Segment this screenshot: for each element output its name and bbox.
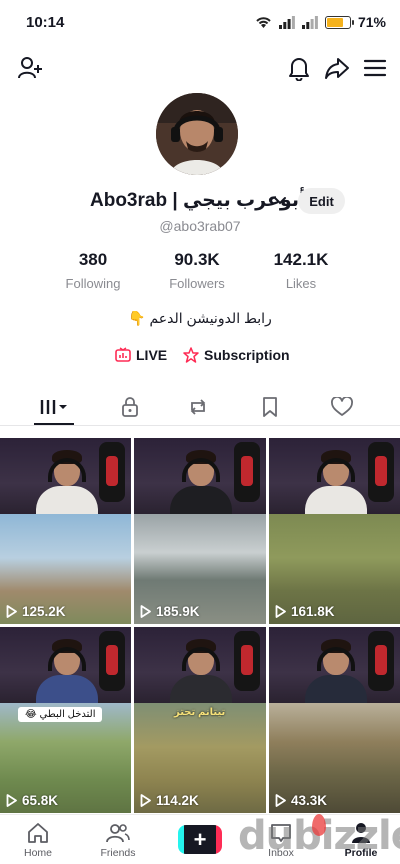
play-icon xyxy=(6,605,17,618)
video-thumbnail[interactable]: 125.2K xyxy=(0,438,131,624)
view-count: 43.3K xyxy=(291,793,328,808)
stat-value: 142.1K xyxy=(273,250,329,269)
view-count: 125.2K xyxy=(22,604,66,619)
view-count: 161.8K xyxy=(291,604,335,619)
chevron-down-icon[interactable] xyxy=(272,192,288,208)
play-count: 161.8K xyxy=(275,604,335,619)
video-thumbnail[interactable]: 185.9K xyxy=(134,438,266,624)
nav-friends[interactable]: Friends xyxy=(83,821,153,859)
tab-reposts[interactable] xyxy=(178,390,218,424)
profile-tabs xyxy=(0,390,400,426)
stat-label: Followers xyxy=(169,276,225,291)
add-user-icon[interactable] xyxy=(16,54,44,82)
video-caption: التدخل البطي 😂 xyxy=(18,707,103,722)
status-bar: 10:14 71% xyxy=(0,0,400,44)
wifi-icon xyxy=(256,16,271,28)
video-thumbnail[interactable]: 161.8K xyxy=(269,438,400,624)
stat-followers[interactable]: 90.3K Followers xyxy=(142,250,252,291)
videos-grid-icon xyxy=(40,400,67,414)
play-icon xyxy=(275,605,286,618)
play-icon xyxy=(6,794,17,807)
top-nav xyxy=(0,50,400,86)
battery-icon xyxy=(324,15,354,29)
nav-label: Friends xyxy=(100,847,136,859)
live-icon xyxy=(115,347,131,362)
bookmark-icon xyxy=(263,397,277,417)
signal-icon xyxy=(278,15,295,29)
signal-icon-2 xyxy=(301,15,318,29)
view-count: 65.8K xyxy=(22,793,59,808)
play-icon xyxy=(275,794,286,807)
live-link[interactable]: LIVE xyxy=(115,347,167,363)
battery-percent: 71% xyxy=(357,14,386,30)
play-count: 65.8K xyxy=(6,793,58,808)
view-count: 114.2K xyxy=(156,793,199,808)
stat-following[interactable]: 380 Following xyxy=(38,250,148,291)
play-icon xyxy=(140,794,151,807)
heart-icon xyxy=(331,397,353,416)
bio[interactable]: رابط الدونيشن الدعم 👇 xyxy=(0,310,400,327)
active-tab-indicator xyxy=(34,423,74,425)
status-icons: 71% xyxy=(255,14,386,30)
subscription-icon xyxy=(183,347,199,363)
play-count: 125.2K xyxy=(6,604,66,619)
stats: 380 Following 90.3K Followers 142.1K Lik… xyxy=(0,250,400,294)
video-thumbnail[interactable]: تيتانم تحتز 114.2K xyxy=(134,627,266,813)
subscription-link[interactable]: Subscription xyxy=(183,347,290,363)
flame-icon xyxy=(312,814,326,836)
play-count: 43.3K xyxy=(275,793,327,808)
name-row: Abo3rab | أبوعرب بيجي Edit xyxy=(0,188,400,216)
share-icon[interactable] xyxy=(323,54,351,82)
stat-likes[interactable]: 142.1K Likes xyxy=(246,250,356,291)
avatar[interactable] xyxy=(156,93,238,175)
nav-home[interactable]: Home xyxy=(3,821,73,859)
bell-icon[interactable] xyxy=(285,54,313,82)
video-thumbnail[interactable]: 43.3K xyxy=(269,627,400,813)
view-count: 185.9K xyxy=(156,604,200,619)
stat-label: Likes xyxy=(285,276,317,291)
username: @abo3rab07 xyxy=(159,218,241,234)
video-caption: تيتانم تحتز xyxy=(174,707,226,718)
profile-links: LIVE Subscription xyxy=(0,347,400,369)
nav-label: Home xyxy=(23,847,52,859)
home-icon xyxy=(28,823,48,843)
play-count: 114.2K xyxy=(140,793,199,808)
tab-favorites[interactable] xyxy=(250,390,290,424)
tab-private[interactable] xyxy=(110,390,150,424)
repost-icon xyxy=(190,399,206,415)
plus-icon: + xyxy=(184,825,216,854)
video-grid: 125.2K 185.9K 161.8K التدخل البطي 😂 65.8… xyxy=(0,438,400,813)
friends-icon xyxy=(106,824,130,843)
edit-button[interactable]: Edit xyxy=(298,188,345,214)
status-time: 10:14 xyxy=(26,13,65,31)
tab-liked[interactable] xyxy=(322,390,362,424)
stat-value: 380 xyxy=(78,250,108,269)
stat-label: Following xyxy=(65,276,121,291)
stat-value: 90.3K xyxy=(174,250,220,269)
tab-videos[interactable] xyxy=(34,390,74,424)
menu-icon[interactable] xyxy=(361,54,389,82)
lock-icon xyxy=(122,397,138,417)
subscription-label: Subscription xyxy=(204,347,290,363)
play-count: 185.9K xyxy=(140,604,200,619)
play-icon xyxy=(140,605,151,618)
live-label: LIVE xyxy=(136,347,168,363)
create-button[interactable]: + xyxy=(178,825,222,854)
video-thumbnail[interactable]: التدخل البطي 😂 65.8K xyxy=(0,627,131,813)
